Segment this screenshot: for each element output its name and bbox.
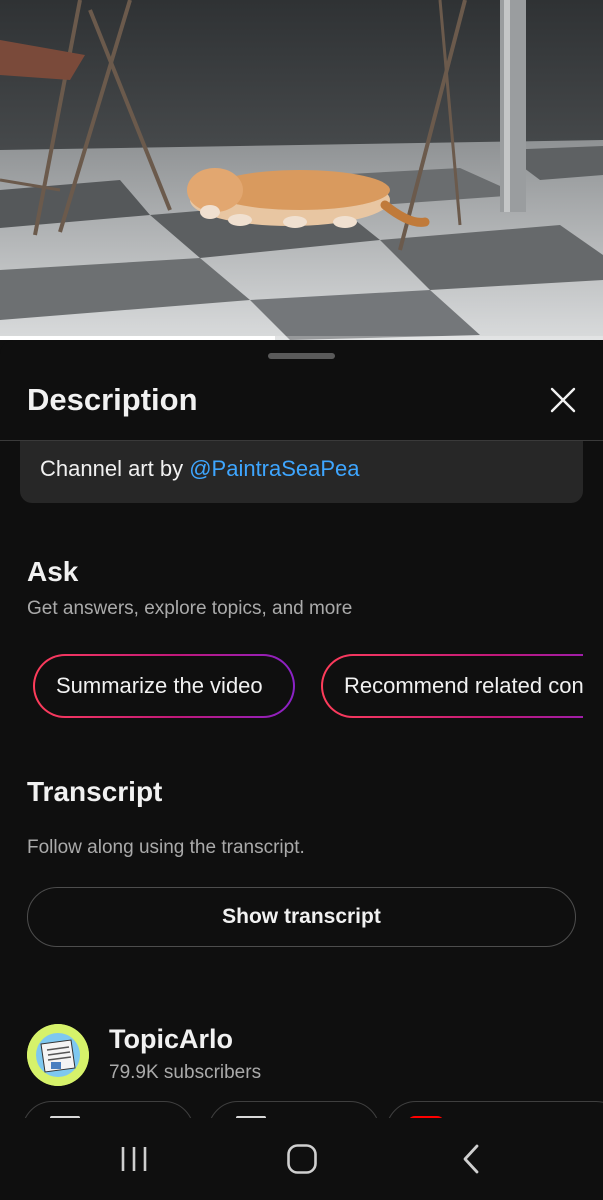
home-button[interactable]: [272, 1134, 332, 1184]
description-text-card: Channel art by @PaintraSeaPea: [20, 441, 583, 503]
drag-handle[interactable]: [268, 353, 335, 359]
ask-section-subtitle: Get answers, explore topics, and more: [27, 598, 353, 619]
channel-subscriber-count: 79.9K subscribers: [109, 1062, 262, 1083]
newspaper-avatar-icon: [27, 1024, 89, 1086]
transcript-section-subtitle: Follow along using the transcript.: [27, 837, 305, 858]
chip-summarize-video[interactable]: Summarize the video: [33, 654, 295, 718]
channel-avatar[interactable]: [27, 1024, 89, 1086]
channel-name[interactable]: TopicArlo: [109, 1024, 233, 1055]
system-navigation-bar: [0, 1118, 603, 1200]
channel-art-prefix: Channel art by: [40, 456, 190, 481]
video-player[interactable]: [0, 0, 603, 340]
chip-recommend-related[interactable]: Recommend related content: [321, 654, 583, 718]
video-frame-cat-sleeping: [0, 0, 603, 340]
home-icon: [287, 1144, 317, 1174]
chip-label: Summarize the video: [35, 656, 293, 716]
ask-chips-row[interactable]: Summarize the video Recommend related co…: [33, 654, 583, 720]
close-icon: [550, 387, 576, 413]
channel-art-handle-link[interactable]: @PaintraSeaPea: [189, 456, 359, 481]
ask-section-title: Ask: [27, 556, 79, 587]
close-button[interactable]: [541, 378, 585, 422]
recent-apps-button[interactable]: [104, 1134, 164, 1184]
sheet-title: Description: [27, 382, 198, 417]
show-transcript-button[interactable]: Show transcript: [27, 887, 576, 947]
recent-apps-icon: [121, 1147, 147, 1171]
back-button[interactable]: [441, 1134, 501, 1184]
transcript-section-title: Transcript: [27, 776, 163, 807]
description-sheet: Description Channel art by @PaintraSeaPe…: [0, 340, 603, 1200]
channel-art-credit: Channel art by @PaintraSeaPea: [40, 456, 360, 482]
back-icon: [463, 1144, 479, 1174]
chip-label: Recommend related content: [323, 656, 583, 716]
